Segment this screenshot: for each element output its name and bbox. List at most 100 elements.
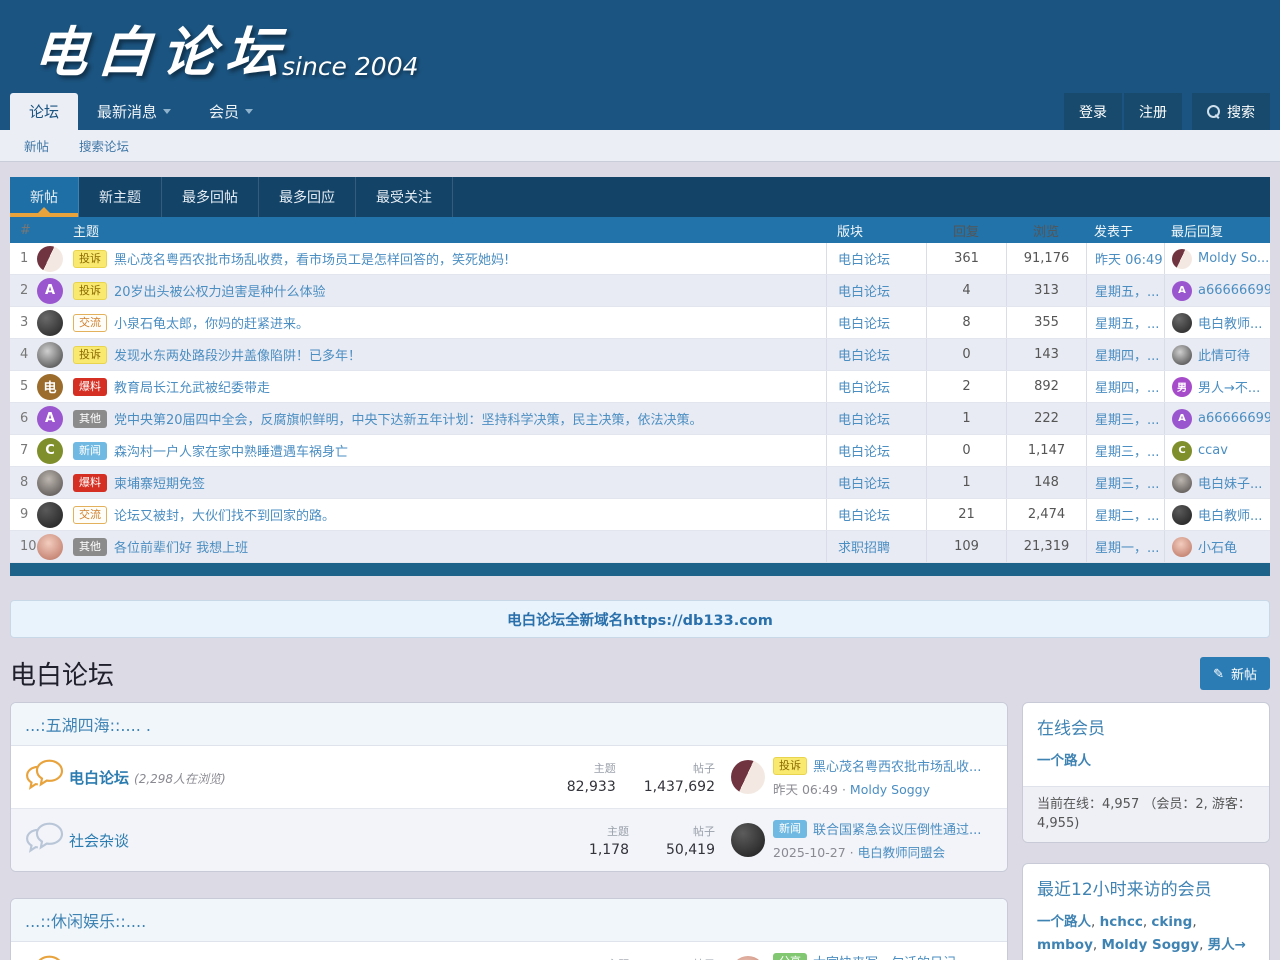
avatar[interactable] bbox=[1172, 313, 1192, 333]
online-member-link[interactable]: 一个路人 bbox=[1037, 753, 1091, 769]
topic-title[interactable]: 黑心茂名粤西农批市场乱收费，看市场员工是怎样回答的，笑死她妈! bbox=[114, 249, 509, 268]
avatar[interactable]: C bbox=[1172, 441, 1192, 461]
last-reply-user[interactable]: 电白教师... bbox=[1198, 505, 1262, 524]
posted-date[interactable]: 星期三，... bbox=[1095, 409, 1159, 428]
avatar[interactable]: C bbox=[37, 438, 63, 464]
prefix-badge[interactable]: 分享 bbox=[773, 953, 807, 960]
last-reply-user[interactable]: a66666699 bbox=[1198, 283, 1270, 298]
latest-post-title[interactable]: 联合国紧急会议压倒性通过... bbox=[813, 819, 981, 838]
avatar[interactable] bbox=[731, 760, 765, 794]
avatar[interactable] bbox=[731, 823, 765, 857]
prefix-badge[interactable]: 爆料 bbox=[73, 474, 107, 492]
avatar[interactable]: A bbox=[37, 278, 63, 304]
visitor-link[interactable]: hchcc bbox=[1100, 914, 1152, 930]
prefix-badge[interactable]: 交流 bbox=[73, 314, 107, 332]
avatar[interactable]: A bbox=[1172, 281, 1192, 301]
tab-most-reactions[interactable]: 最多回应 bbox=[259, 177, 356, 217]
avatar[interactable] bbox=[37, 470, 63, 496]
avatar[interactable] bbox=[1172, 537, 1192, 557]
recent-visitors-title[interactable]: 最近12小时来访的会员 bbox=[1023, 864, 1269, 906]
latest-post-title[interactable]: 大家快来写一句话的日记 bbox=[813, 952, 956, 960]
forum-link[interactable]: 求职招聘 bbox=[838, 537, 890, 556]
nav-tab-forum[interactable]: 论坛 bbox=[10, 93, 78, 130]
latest-post-user[interactable]: Moldy Soggy bbox=[850, 782, 930, 797]
avatar[interactable] bbox=[37, 342, 63, 368]
visitor-link[interactable]: Moldy Soggy bbox=[1101, 937, 1207, 953]
posted-date[interactable]: 星期三，... bbox=[1095, 473, 1159, 492]
avatar[interactable] bbox=[731, 956, 765, 960]
posted-date[interactable]: 星期一，... bbox=[1095, 537, 1159, 556]
nav-tab-news[interactable]: 最新消息 bbox=[78, 93, 190, 130]
online-members-title[interactable]: 在线会员 bbox=[1023, 703, 1269, 745]
prefix-badge[interactable]: 投诉 bbox=[73, 282, 107, 300]
forum-link[interactable]: 电白论坛 bbox=[838, 473, 890, 492]
forum-link[interactable]: 电白论坛 bbox=[838, 313, 890, 332]
prefix-badge[interactable]: 新闻 bbox=[773, 820, 807, 838]
forum-link[interactable]: 电白论坛 bbox=[838, 441, 890, 460]
avatar[interactable] bbox=[37, 502, 63, 528]
forum-link[interactable]: 电白论坛 bbox=[838, 505, 890, 524]
tab-most-replies[interactable]: 最多回帖 bbox=[162, 177, 259, 217]
avatar[interactable]: A bbox=[37, 406, 63, 432]
visitor-link[interactable]: 一个路人 bbox=[1037, 914, 1100, 930]
forum-link[interactable]: 电白论坛 bbox=[838, 249, 890, 268]
avatar[interactable] bbox=[1172, 345, 1192, 365]
posted-date[interactable]: 星期五，... bbox=[1095, 313, 1159, 332]
last-reply-user[interactable]: 电白妹子... bbox=[1198, 473, 1262, 492]
prefix-badge[interactable]: 爆料 bbox=[73, 378, 107, 396]
visitor-link[interactable]: cking bbox=[1151, 914, 1196, 930]
posted-date[interactable]: 星期四，... bbox=[1095, 345, 1159, 364]
topic-title[interactable]: 党中央第20届四中全会，反腐旗帜鲜明，中央下达新五年计划：坚持科学决策，民主决策… bbox=[114, 409, 703, 428]
avatar[interactable]: 电 bbox=[37, 374, 63, 400]
register-button[interactable]: 注册 bbox=[1124, 93, 1182, 130]
avatar[interactable] bbox=[37, 246, 63, 272]
category-title[interactable]: ...:五湖四海::.... . bbox=[11, 703, 1007, 746]
topic-title[interactable]: 论坛又被封，大伙们找不到回家的路。 bbox=[114, 505, 335, 524]
tab-new-posts[interactable]: 新帖 bbox=[10, 177, 79, 217]
avatar[interactable]: A bbox=[1172, 409, 1192, 429]
new-post-button[interactable]: ✎新帖 bbox=[1200, 657, 1270, 690]
forum-name[interactable]: 社会杂谈 bbox=[69, 832, 129, 850]
topic-title[interactable]: 柬埔寨短期免签 bbox=[114, 473, 205, 492]
site-logo[interactable]: 电白论坛 bbox=[31, 8, 293, 87]
latest-post-user[interactable]: 电白教师同盟会 bbox=[858, 845, 946, 860]
category-title[interactable]: ...::休闲娱乐::.... bbox=[11, 899, 1007, 942]
avatar[interactable] bbox=[1172, 249, 1192, 269]
topic-title[interactable]: 发现水东两处路段沙井盖像陷阱！已多年！ bbox=[114, 345, 361, 364]
topic-title[interactable]: 各位前辈们好 我想上班 bbox=[114, 537, 248, 556]
avatar[interactable]: 男 bbox=[1172, 377, 1192, 397]
last-reply-user[interactable]: 男人→不... bbox=[1198, 377, 1260, 396]
avatar[interactable] bbox=[1172, 505, 1192, 525]
last-reply-user[interactable]: 电白教师... bbox=[1198, 313, 1262, 332]
search-button[interactable]: 搜索 bbox=[1192, 93, 1270, 130]
prefix-badge[interactable]: 其他 bbox=[73, 410, 107, 428]
posted-date[interactable]: 星期二，... bbox=[1095, 505, 1159, 524]
forum-link[interactable]: 电白论坛 bbox=[838, 409, 890, 428]
tab-most-watched[interactable]: 最受关注 bbox=[356, 177, 453, 217]
avatar[interactable] bbox=[37, 534, 63, 560]
posted-date[interactable]: 星期三，... bbox=[1095, 441, 1159, 460]
forum-link[interactable]: 电白论坛 bbox=[838, 281, 890, 300]
forum-name[interactable]: 电白论坛 bbox=[69, 769, 129, 787]
posted-date[interactable]: 昨天 06:49 bbox=[1095, 249, 1163, 268]
last-reply-user[interactable]: ccav bbox=[1198, 443, 1228, 458]
prefix-badge[interactable]: 投诉 bbox=[773, 757, 807, 775]
nav-tab-members[interactable]: 会员 bbox=[190, 93, 272, 130]
avatar[interactable] bbox=[37, 310, 63, 336]
topic-title[interactable]: 森沟村一户人家在家中熟睡遭遇车祸身亡 bbox=[114, 441, 348, 460]
latest-post-title[interactable]: 黑心茂名粤西农批市场乱收... bbox=[813, 756, 981, 775]
subnav-search-forum[interactable]: 搜索论坛 bbox=[79, 136, 129, 155]
forum-link[interactable]: 电白论坛 bbox=[838, 377, 890, 396]
prefix-badge[interactable]: 交流 bbox=[73, 506, 107, 524]
topic-title[interactable]: 教育局长江允武被纪委带走 bbox=[114, 377, 270, 396]
last-reply-user[interactable]: a66666699 bbox=[1198, 411, 1270, 426]
tab-new-threads[interactable]: 新主题 bbox=[79, 177, 162, 217]
login-button[interactable]: 登录 bbox=[1064, 93, 1122, 130]
prefix-badge[interactable]: 投诉 bbox=[73, 346, 107, 364]
subnav-new-posts[interactable]: 新帖 bbox=[24, 136, 49, 155]
forum-link[interactable]: 电白论坛 bbox=[838, 345, 890, 364]
posted-date[interactable]: 星期五，... bbox=[1095, 281, 1159, 300]
last-reply-user[interactable]: Moldy So... bbox=[1198, 251, 1269, 266]
topic-title[interactable]: 20岁出头被公权力迫害是种什么体验 bbox=[114, 281, 326, 300]
avatar[interactable] bbox=[1172, 473, 1192, 493]
